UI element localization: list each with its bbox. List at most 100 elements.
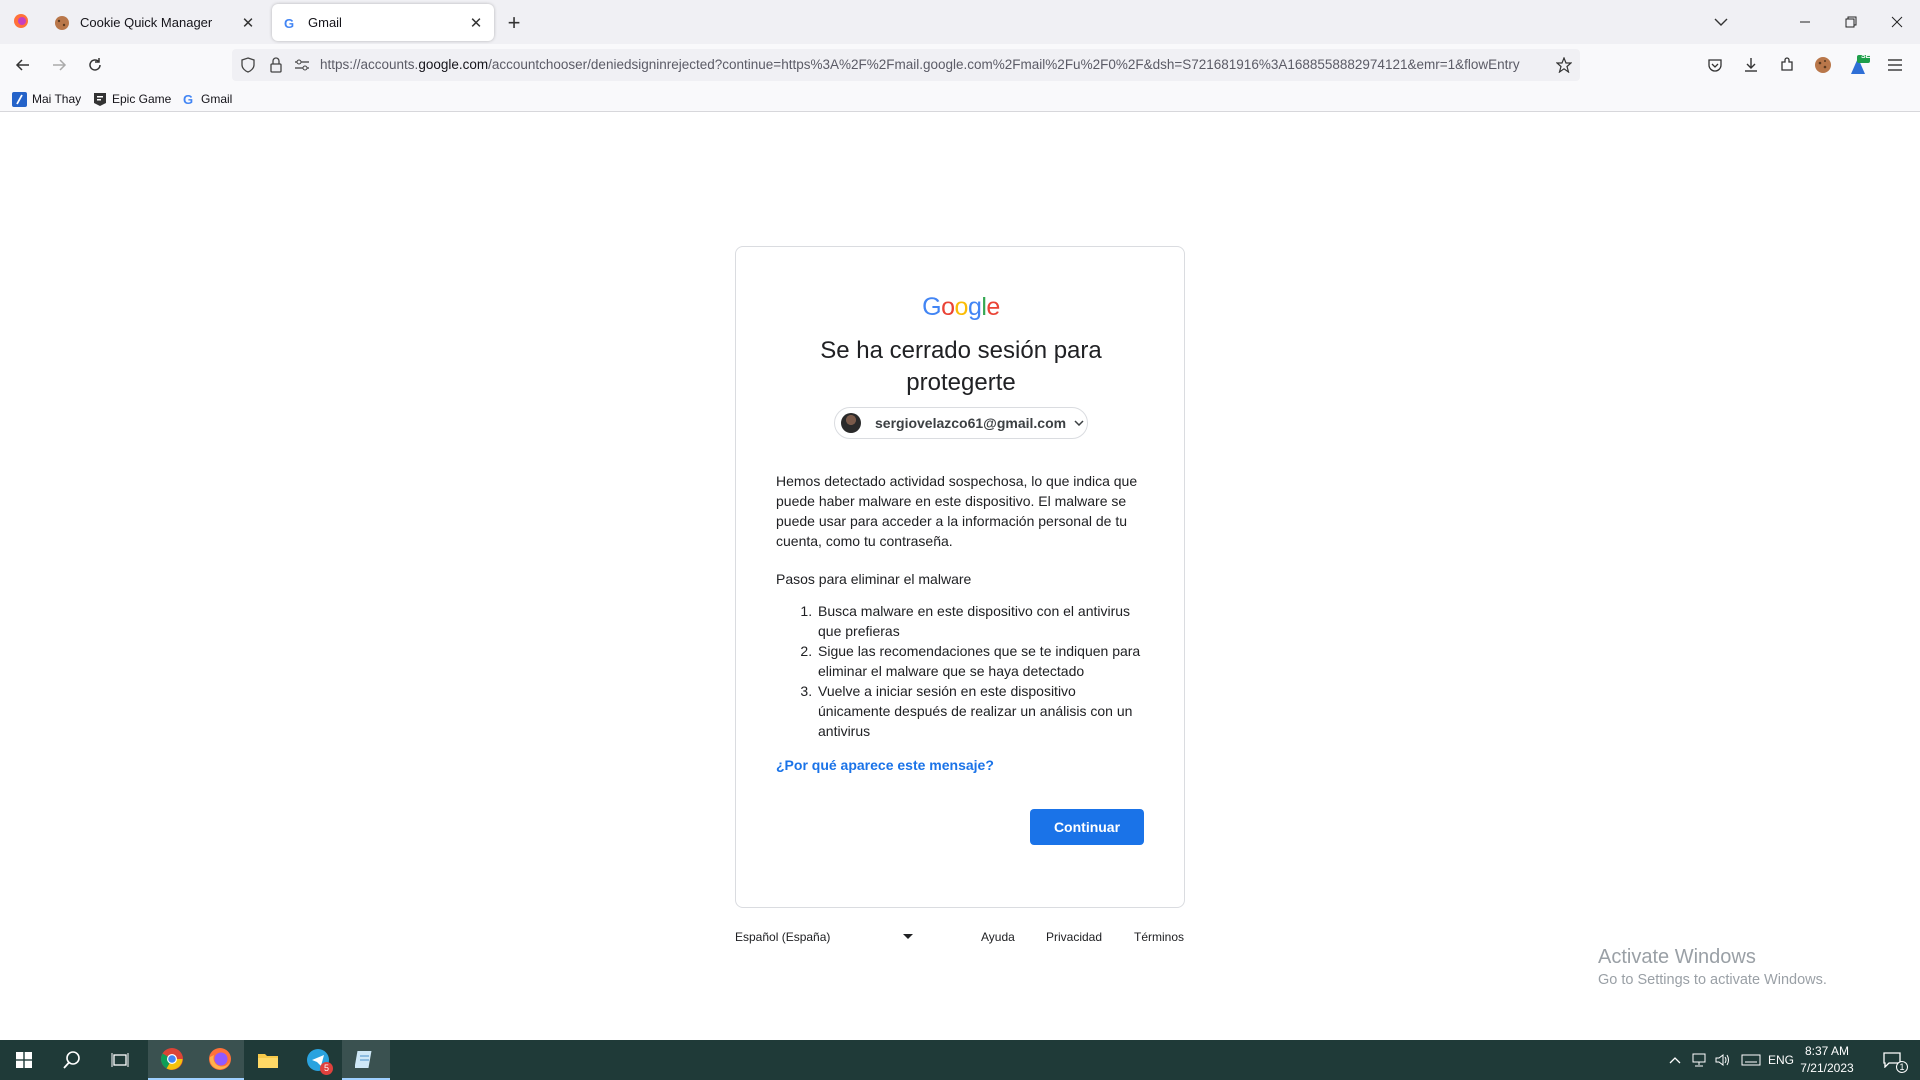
arrow-right-icon bbox=[53, 59, 67, 71]
clock-time: 8:37 AM bbox=[1804, 1044, 1850, 1058]
bookmark-gmail[interactable]: G Gmail bbox=[181, 90, 233, 108]
touch-keyboard-button[interactable] bbox=[1738, 1040, 1764, 1080]
steps-list: Busca malware en este dispositivo con el… bbox=[776, 601, 1146, 741]
svg-text:G: G bbox=[284, 16, 294, 30]
tab-gmail[interactable]: G Gmail ✕ bbox=[272, 4, 494, 41]
task-view-button[interactable] bbox=[96, 1040, 144, 1080]
google-logo-letter: o bbox=[954, 293, 969, 321]
firefox-taskbar-button[interactable] bbox=[196, 1040, 244, 1080]
google-logo-letter: G bbox=[922, 293, 942, 321]
close-tab-icon[interactable]: ✕ bbox=[464, 11, 488, 35]
notepad-taskbar-button[interactable] bbox=[342, 1040, 390, 1080]
minimize-icon bbox=[1800, 21, 1810, 23]
lock-icon[interactable] bbox=[266, 55, 286, 75]
tab-title: Cookie Quick Manager bbox=[80, 15, 213, 30]
download-icon bbox=[1745, 58, 1757, 72]
firefox-view-button[interactable] bbox=[8, 8, 34, 34]
file-explorer-button[interactable] bbox=[244, 1040, 292, 1080]
network-button[interactable] bbox=[1688, 1040, 1710, 1080]
close-window-button[interactable] bbox=[1874, 0, 1920, 44]
navigation-toolbar: https://accounts.google.com/accountchoos… bbox=[0, 44, 1920, 86]
bookmark-epic-game[interactable]: Epic Game bbox=[92, 90, 171, 108]
bookmark-mai-thay[interactable]: Mai Thay bbox=[12, 90, 81, 108]
terms-link[interactable]: Términos bbox=[1134, 930, 1184, 944]
restore-button[interactable] bbox=[1828, 0, 1874, 44]
downloads-button[interactable] bbox=[1736, 50, 1766, 80]
language-select[interactable]: Español (España) bbox=[735, 930, 830, 944]
chevron-down-icon bbox=[1074, 420, 1084, 426]
address-bar[interactable]: https://accounts.google.com/accountchoos… bbox=[232, 49, 1580, 81]
cookie-icon bbox=[1815, 57, 1831, 73]
dropdown-caret-icon[interactable] bbox=[903, 934, 913, 939]
app-menu-button[interactable] bbox=[1880, 50, 1910, 80]
avatar bbox=[841, 413, 861, 433]
warning-paragraph: Hemos detectado actividad sospechosa, lo… bbox=[776, 473, 1138, 549]
notepad-icon bbox=[355, 1051, 372, 1068]
task-view-icon bbox=[111, 1053, 129, 1067]
list-item: Busca malware en este dispositivo con el… bbox=[816, 601, 1146, 641]
bookmark-label: Gmail bbox=[201, 92, 233, 106]
back-button[interactable] bbox=[8, 50, 38, 80]
chrome-icon bbox=[161, 1048, 183, 1070]
keyboard-icon bbox=[1741, 1054, 1761, 1066]
why-message-link[interactable]: ¿Por qué aparece este mensaje? bbox=[776, 757, 994, 773]
page-footer: Español (España) Ayuda Privacidad Términ… bbox=[735, 928, 1185, 948]
restore-icon bbox=[1845, 16, 1857, 28]
firefox-logo-icon bbox=[14, 14, 28, 28]
cookie-extension-button[interactable] bbox=[1808, 50, 1838, 80]
google-logo-letter: e bbox=[986, 293, 1000, 321]
pocket-button[interactable] bbox=[1700, 50, 1730, 80]
folder-icon bbox=[258, 1054, 278, 1068]
telegram-taskbar-button[interactable]: 5 bbox=[294, 1040, 342, 1080]
notification-count: 1 bbox=[1896, 1061, 1908, 1073]
url-text[interactable]: https://accounts.google.com/accountchoos… bbox=[320, 57, 1530, 75]
volume-button[interactable] bbox=[1712, 1040, 1734, 1080]
speaker-icon bbox=[1715, 1054, 1729, 1066]
se-extension-button[interactable]: SE bbox=[1844, 50, 1874, 80]
pocket-icon bbox=[1708, 59, 1722, 72]
windows-taskbar: 5 ENG 8:37 AM 7/21/2023 1 bbox=[0, 1040, 1920, 1080]
new-tab-button[interactable]: + bbox=[500, 9, 528, 37]
firefox-logo-icon bbox=[209, 1048, 231, 1070]
start-button[interactable] bbox=[0, 1040, 48, 1080]
forward-button[interactable] bbox=[44, 50, 74, 80]
continue-button[interactable]: Continuar bbox=[1030, 809, 1144, 845]
puzzle-icon bbox=[1781, 57, 1793, 71]
close-tab-icon[interactable]: ✕ bbox=[236, 11, 260, 35]
url-path: /accountchooser/deniedsigninrejected?con… bbox=[488, 57, 1520, 72]
show-hidden-icons-button[interactable] bbox=[1664, 1040, 1686, 1080]
reload-icon bbox=[89, 58, 101, 71]
watermark-title: Activate Windows bbox=[1598, 946, 1756, 968]
bookmark-slash-icon bbox=[12, 91, 27, 107]
clock[interactable]: 8:37 AM 7/21/2023 bbox=[1792, 1043, 1862, 1077]
watermark-subtitle: Go to Settings to activate Windows. bbox=[1598, 972, 1827, 988]
steps-title: Pasos para eliminar el malware bbox=[776, 571, 972, 587]
account-email: sergiovelazco61@gmail.com bbox=[875, 415, 1067, 431]
account-chooser[interactable]: sergiovelazco61@gmail.com bbox=[834, 407, 1088, 439]
extensions-button[interactable] bbox=[1772, 50, 1802, 80]
reload-button[interactable] bbox=[80, 50, 110, 80]
tab-cookie-quick-manager[interactable]: Cookie Quick Manager ✕ bbox=[44, 4, 266, 41]
chrome-taskbar-button[interactable] bbox=[148, 1040, 196, 1080]
google-logo-letter: g bbox=[967, 293, 982, 321]
permissions-icon[interactable] bbox=[292, 55, 312, 75]
list-item: Vuelve a iniciar sesión en este disposit… bbox=[816, 681, 1146, 741]
shield-icon[interactable] bbox=[238, 55, 258, 75]
arrow-left-icon bbox=[15, 59, 29, 71]
search-icon bbox=[63, 1051, 80, 1069]
google-g-icon: G bbox=[181, 92, 196, 107]
bookmark-label: Epic Game bbox=[112, 92, 172, 106]
search-button[interactable] bbox=[48, 1040, 96, 1080]
google-logo-letter: o bbox=[941, 293, 955, 321]
bookmark-label: Mai Thay bbox=[32, 92, 82, 106]
notification-center-button[interactable]: 1 bbox=[1872, 1040, 1912, 1080]
star-icon[interactable] bbox=[1554, 55, 1574, 75]
list-item: Sigue las recomendaciones que se te indi… bbox=[816, 641, 1146, 681]
close-icon bbox=[1891, 16, 1903, 28]
url-prefix: https://accounts. bbox=[320, 57, 419, 72]
privacy-link[interactable]: Privacidad bbox=[1046, 930, 1102, 944]
list-all-tabs-button[interactable] bbox=[1698, 0, 1744, 44]
signin-card: Google Se ha cerrado sesión para protege… bbox=[735, 246, 1185, 908]
minimize-button[interactable] bbox=[1782, 0, 1828, 44]
help-link[interactable]: Ayuda bbox=[981, 930, 1015, 944]
